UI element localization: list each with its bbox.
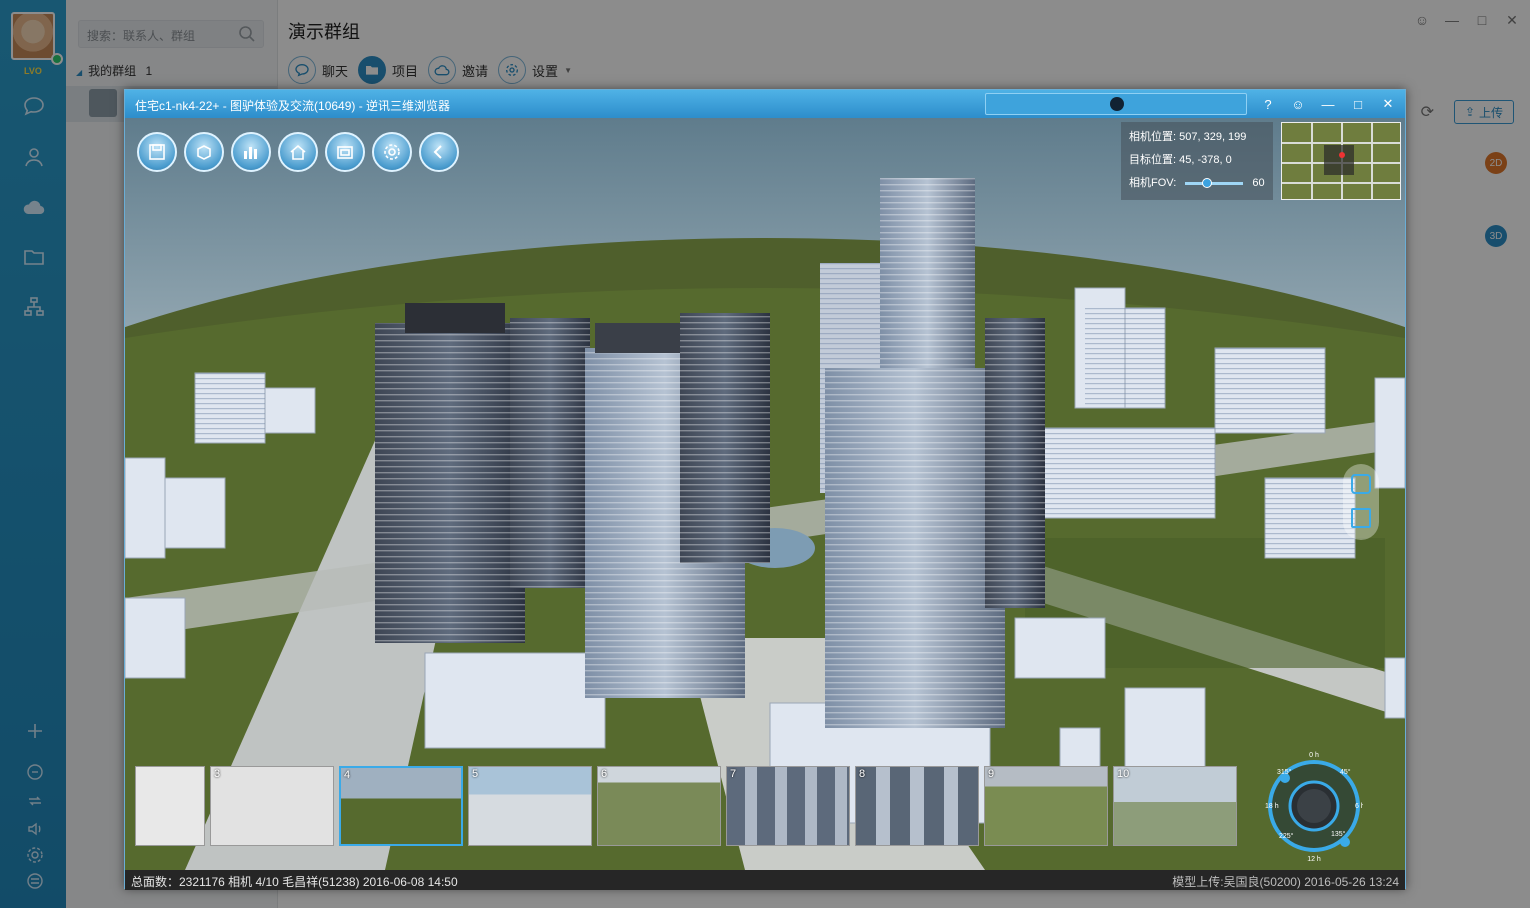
camera-position-value: 507, 329, 199: [1179, 131, 1247, 143]
compass-label-ne: 45°: [1340, 768, 1351, 776]
navigation-compass[interactable]: 0 h 45° 6 h 135° 12 h 225° 18 h 315°: [1265, 746, 1365, 864]
status-right: 模型上传:吴国良(50200) 2016-05-26 13:24: [1172, 875, 1399, 889]
layers-button[interactable]: [231, 132, 271, 172]
save-view-button[interactable]: [137, 132, 177, 172]
thumbnail-item-active[interactable]: 4: [339, 766, 463, 846]
collapse-button[interactable]: [419, 132, 459, 172]
target-position-row: 目标位置: 45, -378, 0: [1129, 151, 1265, 174]
minimize-icon[interactable]: —: [1319, 95, 1337, 113]
compass-label-w: 18 h: [1265, 803, 1279, 810]
fov-value: 60: [1252, 177, 1265, 189]
thumbnail-item[interactable]: 7: [726, 766, 850, 846]
camera-position-row: 相机位置: 507, 329, 199: [1129, 128, 1265, 151]
compass-label-se: 135°: [1331, 830, 1346, 838]
thumbnail-item[interactable]: 10: [1113, 766, 1237, 846]
side-tool-group: [1343, 464, 1379, 540]
3d-scene-viewport[interactable]: 相机位置: 507, 329, 199 目标位置: 45, -378, 0 相机…: [125, 118, 1405, 870]
viewer-status-bar: 总面数：2321176 相机 4/10 毛昌祥(51238) 2016-06-0…: [125, 870, 1405, 890]
viewer-window: 住宅c1-nk4-22+ - 图驴体验及交流(10649) - 逆讯三维浏览器 …: [124, 89, 1406, 890]
help-icon[interactable]: ?: [1259, 95, 1277, 113]
camera-info-panel: 相机位置: 507, 329, 199 目标位置: 45, -378, 0 相机…: [1121, 122, 1273, 200]
target-position-value: 45, -378, 0: [1179, 154, 1232, 166]
viewer-title-bar[interactable]: 住宅c1-nk4-22+ - 图驴体验及交流(10649) - 逆讯三维浏览器 …: [125, 90, 1405, 118]
maximize-icon[interactable]: □: [1349, 95, 1367, 113]
thumbnail-item[interactable]: 8: [855, 766, 979, 846]
frame-icon[interactable]: [1351, 508, 1371, 528]
thumbnail-item[interactable]: [135, 766, 205, 846]
notification-icon: [1110, 97, 1124, 111]
thumbnail-item[interactable]: 9: [984, 766, 1108, 846]
compass-label-n: 0 h: [1309, 752, 1319, 759]
thumbnail-item[interactable]: 5: [468, 766, 592, 846]
compass-label-nw: 315°: [1277, 768, 1292, 776]
fov-row: 相机FOV: 60: [1129, 174, 1265, 197]
thumbnail-item[interactable]: 3: [210, 766, 334, 846]
screenshot-button[interactable]: [325, 132, 365, 172]
settings-button[interactable]: [372, 132, 412, 172]
city-render: [125, 118, 1405, 870]
home-view-button[interactable]: [278, 132, 318, 172]
feedback-icon[interactable]: ☺: [1289, 95, 1307, 113]
minimap[interactable]: [1281, 122, 1401, 200]
status-left: 总面数：2321176 相机 4/10 毛昌祥(51238) 2016-06-0…: [131, 875, 458, 889]
fov-slider-knob[interactable]: [1202, 177, 1213, 188]
fov-slider[interactable]: [1185, 177, 1244, 188]
close-icon[interactable]: ✕: [1379, 95, 1397, 113]
target-position-label: 目标位置:: [1129, 154, 1177, 166]
compass-label-s: 12 h: [1307, 856, 1321, 863]
view-mode-icon[interactable]: [1351, 474, 1371, 494]
camera-thumbnails: 3 4 5 6 7 8 9 10: [135, 766, 1237, 846]
compass-label-sw: 225°: [1279, 832, 1294, 840]
thumbnail-item[interactable]: 6: [597, 766, 721, 846]
notification-box[interactable]: [985, 93, 1247, 115]
viewer-title: 住宅c1-nk4-22+ - 图驴体验及交流(10649) - 逆讯三维浏览器: [135, 99, 451, 113]
material-button[interactable]: [184, 132, 224, 172]
compass-label-e: 6 h: [1355, 803, 1363, 810]
camera-position-label: 相机位置:: [1129, 131, 1177, 143]
fov-label: 相机FOV:: [1129, 177, 1177, 189]
viewer-controls: ? ☺ — □ ✕: [1259, 95, 1397, 113]
